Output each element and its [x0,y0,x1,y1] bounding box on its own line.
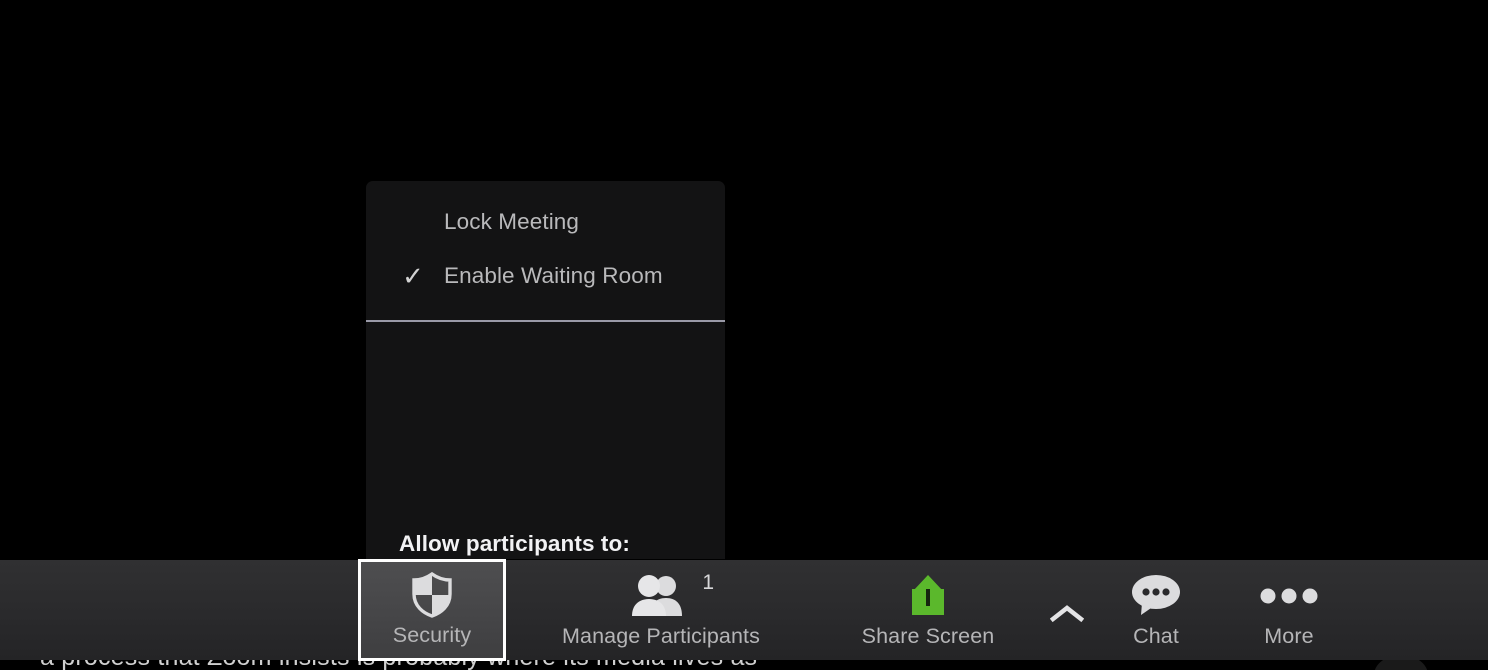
toolbar-button-share-screen[interactable]: Share Screen [836,560,1020,660]
chat-bubble-icon [1128,572,1184,620]
menu-item-lock-meeting[interactable]: ✓ Lock Meeting [366,195,725,249]
security-menu-group-meeting: ✓ Lock Meeting ✓ Enable Waiting Room [366,195,725,303]
toolbar-button-label: Share Screen [861,624,995,648]
toolbar-button-label: More [1264,624,1314,648]
meeting-toolbar: Security 1 Manage Participants Share Scr… [0,559,1488,661]
participants-icon: 1 [630,572,714,620]
toolbar-button-security[interactable]: Security [358,559,506,661]
toolbar-button-label: Chat [1133,624,1179,648]
menu-section-title: Allow participants to: [399,531,630,556]
share-screen-icon [898,572,958,620]
menu-divider [366,320,725,322]
shield-icon [411,571,453,619]
participant-count-badge: 1 [702,571,714,594]
checkmark-icon: ✓ [402,261,424,291]
toolbar-button-more[interactable]: More [1228,560,1350,660]
security-menu: ✓ Lock Meeting ✓ Enable Waiting Room All… [366,181,725,661]
menu-item-label: Lock Meeting [444,209,580,234]
menu-item-label: Enable Waiting Room [444,263,663,288]
ellipsis-icon [1259,572,1319,620]
toolbar-button-label: Security [392,623,472,647]
toolbar-button-label: Manage Participants [562,624,760,648]
toolbar-button-manage-participants[interactable]: 1 Manage Participants [558,560,764,660]
chevron-up-icon [1050,590,1084,638]
zoom-meeting-screen: a process that Zoom insists is probably … [0,0,1488,670]
toolbar-button-chat[interactable]: Chat [1096,560,1216,660]
menu-item-enable-waiting-room[interactable]: ✓ Enable Waiting Room [366,249,725,303]
toolbar-button-share-options[interactable] [1036,560,1098,660]
